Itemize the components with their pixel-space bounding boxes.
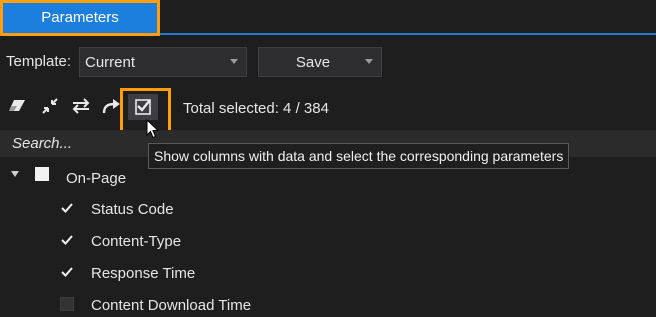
save-dropdown[interactable]: Save (258, 47, 382, 77)
item-checkbox[interactable] (60, 297, 74, 311)
tree-item-label: Status Code (91, 201, 174, 218)
tab-strip: Parameters (0, 0, 656, 36)
tooltip: Show columns with data and select the co… (148, 143, 570, 169)
tree-group-label: On-Page (66, 170, 127, 187)
tree-item-label: Content Download Time (91, 297, 252, 314)
save-label: Save (295, 53, 331, 71)
template-dropdown[interactable]: Current (79, 47, 247, 77)
collapse-icon[interactable] (39, 95, 61, 117)
template-dropdown-value: Current (85, 53, 136, 71)
group-checkbox[interactable] (35, 167, 49, 181)
eraser-icon[interactable] (7, 95, 29, 117)
total-selected-label: Total selected: 4 / 384 (183, 100, 329, 117)
item-checkbox[interactable] (60, 233, 74, 247)
tree-item-label: Response Time (91, 265, 196, 282)
template-label: Template: (6, 53, 72, 70)
item-checkbox[interactable] (60, 201, 74, 215)
chevron-down-icon (365, 59, 373, 64)
redo-icon[interactable] (100, 95, 122, 117)
mouse-cursor-icon (146, 118, 160, 139)
tree-item-label: Content-Type (91, 233, 182, 250)
tab-strip-underline (0, 33, 656, 35)
item-checkbox[interactable] (60, 265, 74, 279)
swap-icon[interactable] (70, 95, 92, 117)
expand-arrow-icon[interactable] (11, 171, 19, 177)
tab-parameters[interactable]: Parameters (2, 2, 158, 33)
chevron-down-icon (230, 59, 238, 64)
select-data-columns-button[interactable] (128, 94, 158, 120)
